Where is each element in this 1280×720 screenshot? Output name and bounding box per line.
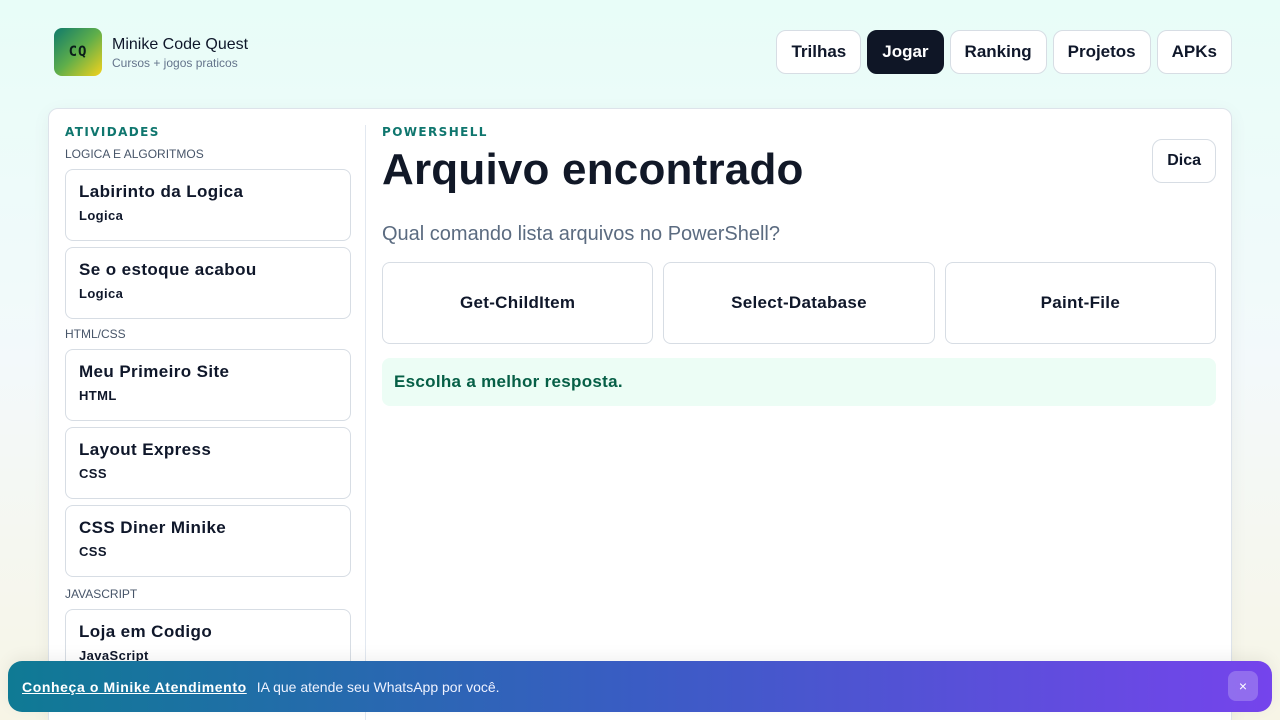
nav-apks-button[interactable]: APKs <box>1156 30 1232 74</box>
brand-subtitle: Cursos + jogos praticos <box>112 56 238 70</box>
activity-panel: POWERSHELL Arquivo encontrado Dica Qual … <box>382 125 1216 406</box>
feedback-message: Escolha a melhor resposta. <box>382 358 1216 406</box>
promo-banner: Conheça o Minike Atendimento IA que aten… <box>8 661 1272 712</box>
activity-item-se-o-estoque-acabou[interactable]: Se o estoque acabou Logica <box>65 247 351 319</box>
main-nav: Trilhas Jogar Ranking Projetos APKs <box>776 30 1232 74</box>
brand-logo[interactable]: CQ <box>54 28 102 76</box>
activity-item-meu-primeiro-site[interactable]: Meu Primeiro Site HTML <box>65 349 351 421</box>
activity-category: POWERSHELL <box>382 125 488 139</box>
activities-sidebar[interactable]: ATIVIDADES LOGICA E ALGORITMOS Labirinto… <box>65 125 351 720</box>
answer-option-get-childitem[interactable]: Get-ChildItem <box>382 262 654 344</box>
activity-tag: CSS <box>79 466 107 481</box>
activity-title: Labirinto da Logica <box>79 182 244 201</box>
activity-tag: CSS <box>79 544 107 559</box>
nav-trilhas-button[interactable]: Trilhas <box>776 30 862 74</box>
group-label-html-css: HTML/CSS <box>65 327 126 341</box>
header: CQ Minike Code Quest Cursos + jogos prat… <box>54 28 1232 76</box>
banner-link[interactable]: Conheça o Minike Atendimento <box>22 679 247 695</box>
nav-jogar-button[interactable]: Jogar <box>867 30 944 74</box>
close-icon[interactable]: × <box>1228 671 1258 701</box>
activity-item-css-diner-minike[interactable]: CSS Diner Minike CSS <box>65 505 351 577</box>
nav-ranking-button[interactable]: Ranking <box>949 30 1047 74</box>
activity-title: Loja em Codigo <box>79 622 213 641</box>
group-label-javascript: JAVASCRIPT <box>65 587 138 601</box>
sidebar-divider <box>365 125 366 720</box>
activity-tag: Logica <box>79 286 124 301</box>
activity-item-layout-express[interactable]: Layout Express CSS <box>65 427 351 499</box>
activity-tag: Logica <box>79 208 124 223</box>
activity-title: Layout Express <box>79 440 212 459</box>
activity-title: Se o estoque acabou <box>79 260 257 279</box>
activity-tag: HTML <box>79 388 117 403</box>
hint-button[interactable]: Dica <box>1152 139 1216 183</box>
group-label-logica: LOGICA E ALGORITMOS <box>65 147 204 161</box>
activity-item-labirinto-da-logica[interactable]: Labirinto da Logica Logica <box>65 169 351 241</box>
nav-projetos-button[interactable]: Projetos <box>1052 30 1151 74</box>
question-text: Qual comando lista arquivos no PowerShel… <box>382 223 780 245</box>
activity-title: Meu Primeiro Site <box>79 362 230 381</box>
sidebar-heading: ATIVIDADES <box>65 125 160 139</box>
answer-option-select-database[interactable]: Select-Database <box>663 262 935 344</box>
activity-title-heading: Arquivo encontrado <box>382 145 804 194</box>
brand-title: Minike Code Quest <box>112 36 249 53</box>
answer-option-paint-file[interactable]: Paint-File <box>944 262 1216 344</box>
answer-options: Get-ChildItem Select-Database Paint-File <box>382 262 1216 344</box>
main-card: ATIVIDADES LOGICA E ALGORITMOS Labirinto… <box>48 108 1232 720</box>
banner-text: IA que atende seu WhatsApp por você. <box>256 678 500 695</box>
activity-title: CSS Diner Minike <box>79 518 227 537</box>
